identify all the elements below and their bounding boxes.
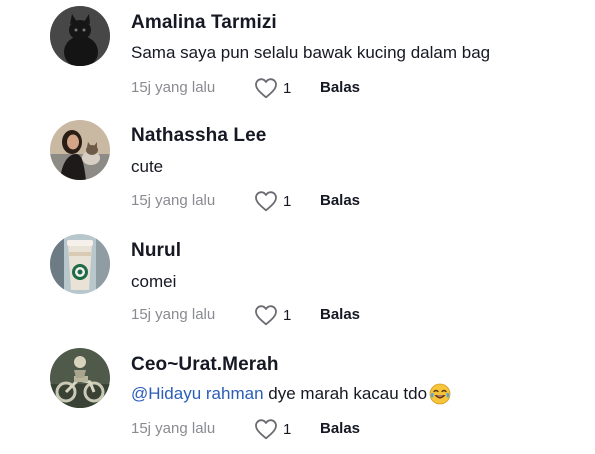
timestamp: 15j yang lalu (131, 420, 216, 437)
timestamp: 15j yang lalu (131, 79, 216, 96)
crying-laughing-emoji-icon (429, 383, 451, 405)
comment-text: @Hidayu rahman dye marah kacau tdo (131, 383, 451, 405)
like-button[interactable]: 1 (254, 418, 291, 440)
like-count: 1 (283, 192, 292, 210)
heart-icon (255, 191, 277, 212)
comment-text: Sama saya pun selalu bawak kucing dalam … (131, 43, 490, 63)
reply-button[interactable]: Balas (320, 420, 360, 437)
avatar[interactable] (50, 120, 110, 180)
heart-icon (255, 305, 277, 326)
like-button[interactable]: 1 (254, 190, 291, 212)
motorcycle-rider-avatar-icon (50, 348, 110, 408)
mention-link[interactable]: @Hidayu rahman (131, 384, 264, 404)
comment-item: Ceo~Urat.Merah @Hidayu rahman dye marah … (0, 341, 595, 454)
reply-button[interactable]: Balas (320, 192, 360, 209)
timestamp: 15j yang lalu (131, 192, 216, 209)
like-count: 1 (283, 79, 292, 97)
like-count: 1 (283, 420, 292, 438)
reply-button[interactable]: Balas (320, 306, 360, 323)
comment-text-body: dye marah kacau tdo (268, 384, 428, 403)
like-count: 1 (283, 306, 292, 324)
timestamp: 15j yang lalu (131, 306, 216, 323)
heart-icon (255, 419, 277, 440)
comment-text-body: cute (131, 157, 164, 176)
like-button[interactable]: 1 (254, 304, 291, 326)
avatar[interactable] (50, 6, 110, 66)
black-cat-avatar-icon (50, 6, 110, 66)
like-button[interactable]: 1 (254, 77, 291, 99)
comment-text-body: comei (131, 272, 177, 291)
comment-text: cute (131, 157, 163, 177)
heart-icon (255, 78, 277, 99)
comment-item: Amalina Tarmizi Sama saya pun selalu baw… (0, 0, 595, 113)
coffee-cup-avatar-icon (50, 234, 110, 294)
avatar[interactable] (50, 234, 110, 294)
comment-text-body: Sama saya pun selalu bawak kucing dalam … (131, 43, 491, 62)
comment-text: comei (131, 272, 176, 292)
comment-item: Nathassha Lee cute 15j yang lalu 1 Balas (0, 113, 595, 226)
username[interactable]: Nathassha Lee (131, 125, 266, 147)
comment-item: Nurul comei 15j yang lalu 1 Balas (0, 227, 595, 340)
avatar[interactable] (50, 348, 110, 408)
reply-button[interactable]: Balas (320, 79, 360, 96)
username[interactable]: Amalina Tarmizi (131, 12, 277, 34)
username[interactable]: Nurul (131, 240, 181, 262)
woman-with-cat-avatar-icon (50, 120, 110, 180)
username[interactable]: Ceo~Urat.Merah (131, 354, 279, 376)
